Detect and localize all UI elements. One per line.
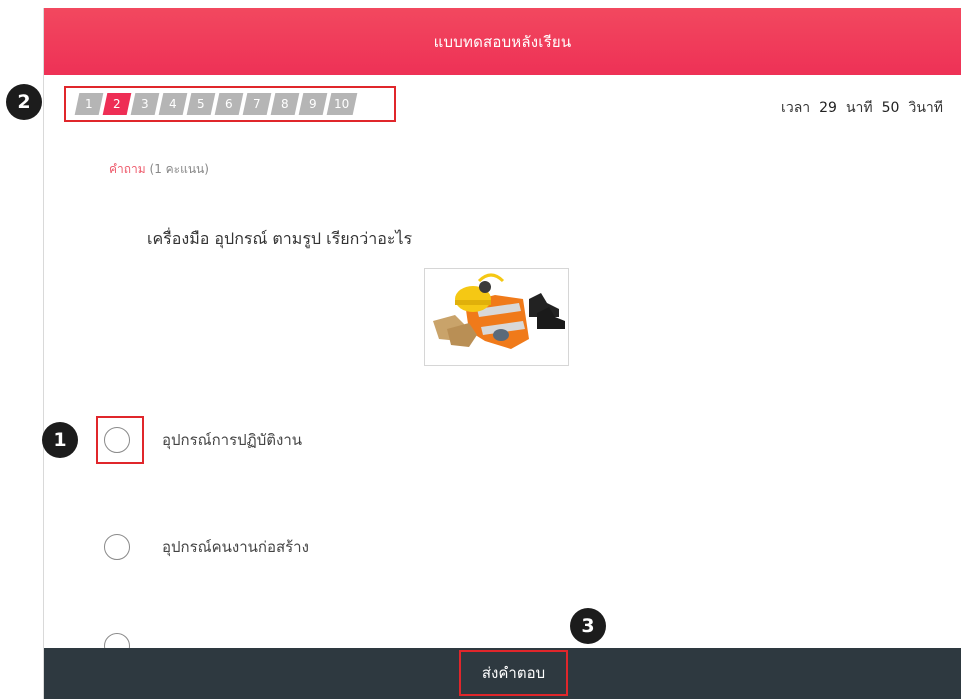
question-text: เครื่องมือ อุปกรณ์ ตามรูป เรียกว่าอะไร: [147, 229, 413, 248]
radio-button[interactable]: [104, 427, 130, 453]
timer-seconds: 50: [881, 100, 900, 116]
answer-option-label: อุปกรณ์คนงานก่อสร้าง: [162, 538, 309, 556]
safety-equipment-image: [425, 269, 568, 365]
answer-option[interactable]: อุปกรณ์คนงานก่อสร้าง: [104, 534, 309, 560]
callout-badge-2: 2: [6, 84, 42, 120]
countdown-timer: เวลา 29 นาที 50 วินาที: [781, 97, 943, 119]
quiz-title: แบบทดสอบหลังเรียน: [433, 32, 572, 51]
question-label-word: คำถาม: [109, 162, 146, 176]
question-nav-item[interactable]: 4: [158, 93, 188, 115]
question-nav-item-active[interactable]: 2: [102, 93, 132, 115]
question-label: คำถาม (1 คะแนน): [109, 160, 209, 179]
question-navigator: 1 2 3 4 5 6 7 8 9 10: [64, 86, 396, 122]
question-nav-item[interactable]: 9: [298, 93, 328, 115]
frame-border: [43, 8, 44, 699]
quiz-header: แบบทดสอบหลังเรียน: [44, 8, 961, 75]
submit-answer-button[interactable]: ส่งคำตอบ: [459, 650, 568, 696]
answer-option[interactable]: อุปกรณ์การปฏิบัติงาน: [104, 427, 302, 453]
question-nav-item[interactable]: 8: [270, 93, 300, 115]
question-nav-item[interactable]: 6: [214, 93, 244, 115]
timer-seconds-unit: วินาที: [908, 100, 943, 116]
question-image: [424, 268, 569, 366]
question-nav-item[interactable]: 3: [130, 93, 160, 115]
question-nav-item[interactable]: 10: [326, 93, 358, 115]
question-nav-item[interactable]: 7: [242, 93, 272, 115]
radio-button[interactable]: [104, 534, 130, 560]
answer-option-label: อุปกรณ์การปฏิบัติงาน: [162, 431, 303, 449]
question-nav-item[interactable]: 1: [74, 93, 104, 115]
quiz-page: แบบทดสอบหลังเรียน 2 1 2 3 4 5 6 7 8 9 10…: [0, 0, 961, 699]
callout-badge-1: 1: [42, 422, 78, 458]
question-points: (1 คะแนน): [149, 162, 209, 176]
question-nav-item[interactable]: 5: [186, 93, 216, 115]
callout-badge-3: 3: [570, 608, 606, 644]
timer-label: เวลา: [781, 100, 811, 116]
timer-minutes: 29: [819, 100, 837, 116]
timer-minutes-unit: นาที: [845, 100, 873, 116]
